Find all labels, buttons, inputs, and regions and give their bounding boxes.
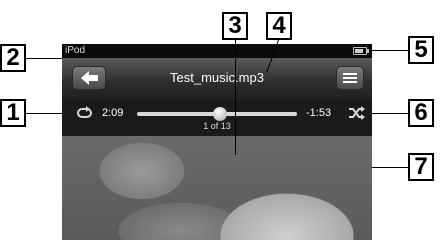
callout-2-leader: [26, 58, 62, 59]
callout-3: 3: [222, 12, 248, 40]
back-button[interactable]: [72, 66, 106, 90]
album-artwork[interactable]: [62, 136, 372, 240]
shuffle-button[interactable]: [348, 105, 366, 121]
callout-3-leader: [235, 40, 236, 155]
track-count: 1 of 13: [203, 121, 231, 131]
elapsed-time: 2:09: [102, 107, 124, 119]
shuffle-icon: [349, 106, 365, 120]
remaining-time: -1:53: [306, 107, 332, 119]
callout-4: 4: [266, 12, 292, 40]
track-title: Test_music.mp3: [170, 70, 264, 85]
repeat-icon: [77, 106, 92, 118]
callout-6: 6: [408, 99, 434, 127]
scrubber-knob[interactable]: [213, 107, 228, 121]
list-icon: [343, 73, 357, 83]
callout-1: 1: [0, 99, 26, 127]
repeat-button[interactable]: [76, 105, 94, 121]
ipod-screen: iPod Test_music.mp3 2:09 -1:53 1 of 13: [62, 44, 372, 240]
callout-2: 2: [0, 44, 26, 72]
battery-icon: [353, 47, 369, 55]
callout-6-leader: [372, 113, 408, 114]
callout-7: 7: [408, 153, 434, 181]
callout-1-leader: [26, 113, 62, 114]
callout-5: 5: [408, 36, 434, 64]
track-list-button[interactable]: [336, 66, 364, 90]
callout-5-leader: [372, 50, 408, 51]
playback-controls: 2:09 -1:53 1 of 13: [62, 100, 372, 136]
status-bar: iPod: [62, 44, 372, 58]
callout-7-leader: [372, 167, 408, 168]
carrier-label: iPod: [65, 45, 86, 56]
nav-bar: Test_music.mp3: [62, 58, 372, 100]
back-arrow-icon: [81, 71, 98, 85]
